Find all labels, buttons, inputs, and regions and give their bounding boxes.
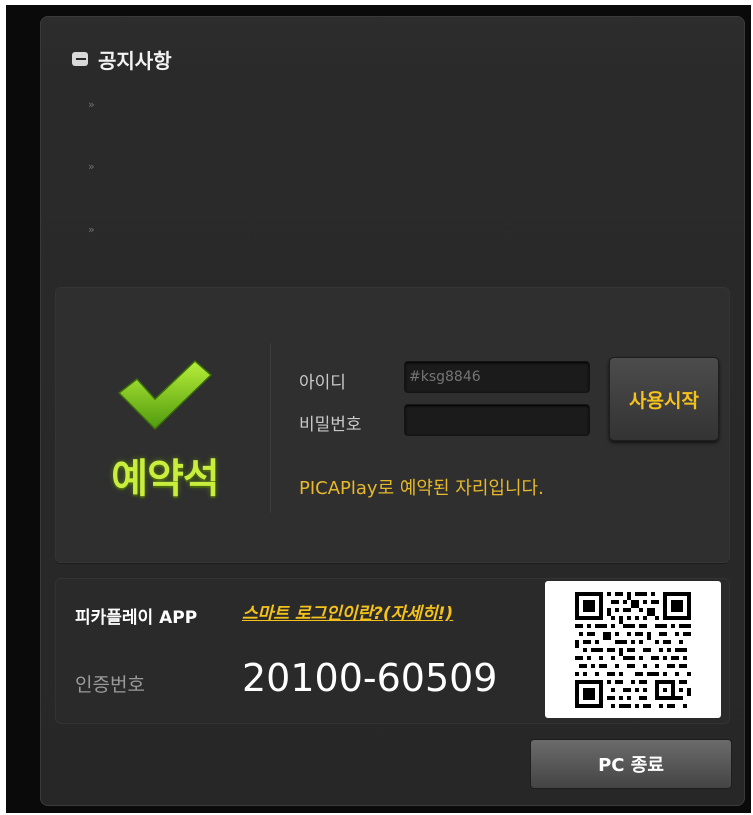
reserved-seat-label: 예약석 bbox=[111, 456, 219, 502]
password-label: 비밀번호 bbox=[299, 415, 362, 435]
reservation-message: PICAPlay로 예약된 자리입니다. bbox=[299, 478, 544, 499]
vertical-divider bbox=[270, 343, 271, 513]
check-icon bbox=[117, 359, 213, 431]
notice-item-3[interactable]: » bbox=[88, 223, 95, 236]
smart-login-link[interactable]: 스마트 로그인이란?(자세히!) bbox=[242, 599, 453, 624]
qr-code-icon bbox=[575, 591, 691, 708]
start-button[interactable]: 사용시작 bbox=[609, 357, 719, 441]
notice-item-2[interactable]: » bbox=[88, 160, 95, 173]
app-name: 피카플레이 APP bbox=[75, 608, 198, 628]
notice-header: 공지사항 bbox=[72, 44, 172, 74]
qr-code[interactable] bbox=[545, 581, 721, 718]
auth-number-label: 인증번호 bbox=[75, 674, 145, 696]
auth-number: 20100-60509 bbox=[242, 656, 498, 700]
id-label: 아이디 bbox=[299, 373, 346, 393]
notice-item-1[interactable]: » bbox=[88, 98, 95, 111]
speech-bubble-icon bbox=[72, 52, 88, 66]
pc-exit-button[interactable]: PC 종료 bbox=[530, 739, 732, 789]
id-input[interactable] bbox=[404, 361, 590, 393]
notice-title: 공지사항 bbox=[98, 48, 172, 73]
password-input[interactable] bbox=[404, 404, 590, 436]
